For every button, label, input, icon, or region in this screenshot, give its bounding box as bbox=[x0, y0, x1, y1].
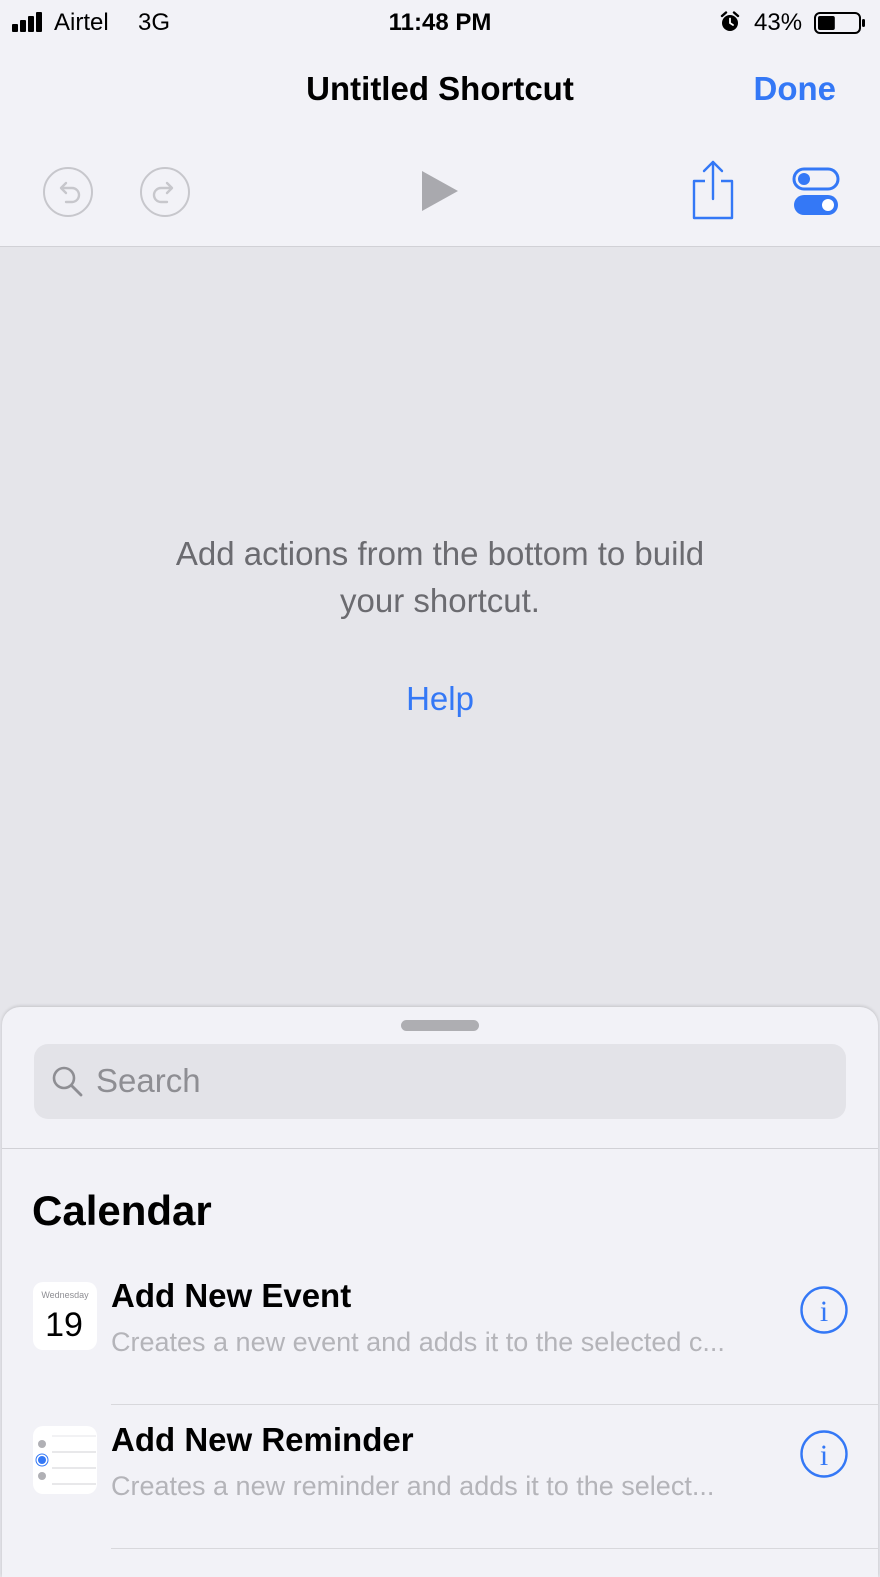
action-subtitle: Creates a new event and adds it to the s… bbox=[111, 1327, 725, 1357]
status-bar: Airtel 3G 11:48 PM 43% bbox=[0, 0, 880, 46]
undo-icon[interactable] bbox=[42, 166, 94, 218]
action-add-new-event[interactable]: Wednesday 19 Add New Event Creates a new… bbox=[2, 1261, 878, 1405]
action-title: Add New Reminder bbox=[111, 1421, 414, 1458]
calendar-icon-day: Wednesday bbox=[41, 1290, 89, 1300]
svg-text:i: i bbox=[820, 1439, 828, 1472]
calendar-icon: Wednesday 19 bbox=[33, 1282, 97, 1350]
search-input[interactable]: Search bbox=[96, 1062, 201, 1100]
section-title: Calendar bbox=[32, 1187, 212, 1234]
navigation-bar: Untitled Shortcut Done bbox=[0, 46, 880, 247]
info-icon[interactable]: i bbox=[799, 1429, 849, 1479]
search-icon bbox=[52, 1066, 83, 1097]
search-field[interactable]: Search bbox=[34, 1044, 846, 1119]
divider bbox=[2, 1148, 878, 1149]
info-icon[interactable]: i bbox=[799, 1285, 849, 1335]
action-subtitle: Creates a new reminder and adds it to th… bbox=[111, 1471, 715, 1501]
page-title: Untitled Shortcut bbox=[306, 70, 574, 107]
settings-toggle-icon[interactable] bbox=[792, 166, 840, 218]
actions-sheet: Search Calendar Wednesday 19 Add New Eve… bbox=[2, 1007, 878, 1577]
battery-percentage: 43% bbox=[754, 9, 803, 36]
sheet-grabber[interactable] bbox=[401, 1020, 479, 1031]
battery-icon bbox=[814, 12, 865, 34]
svg-text:i: i bbox=[820, 1295, 828, 1328]
empty-state-message: Add actions from the bottom to build you… bbox=[175, 535, 705, 619]
alarm-icon bbox=[720, 11, 740, 31]
status-time: 11:48 PM bbox=[388, 9, 492, 36]
reminders-icon bbox=[33, 1426, 97, 1494]
action-add-new-reminder[interactable]: Add New Reminder Creates a new reminder … bbox=[2, 1405, 878, 1549]
calendar-icon-date: 19 bbox=[45, 1306, 83, 1344]
help-link[interactable]: Help bbox=[0, 680, 880, 718]
done-button[interactable]: Done bbox=[754, 70, 837, 108]
play-icon[interactable] bbox=[418, 168, 462, 214]
action-title: Add New Event bbox=[111, 1277, 352, 1314]
redo-icon[interactable] bbox=[139, 166, 191, 218]
row-divider bbox=[111, 1548, 878, 1549]
share-icon[interactable] bbox=[690, 159, 736, 221]
